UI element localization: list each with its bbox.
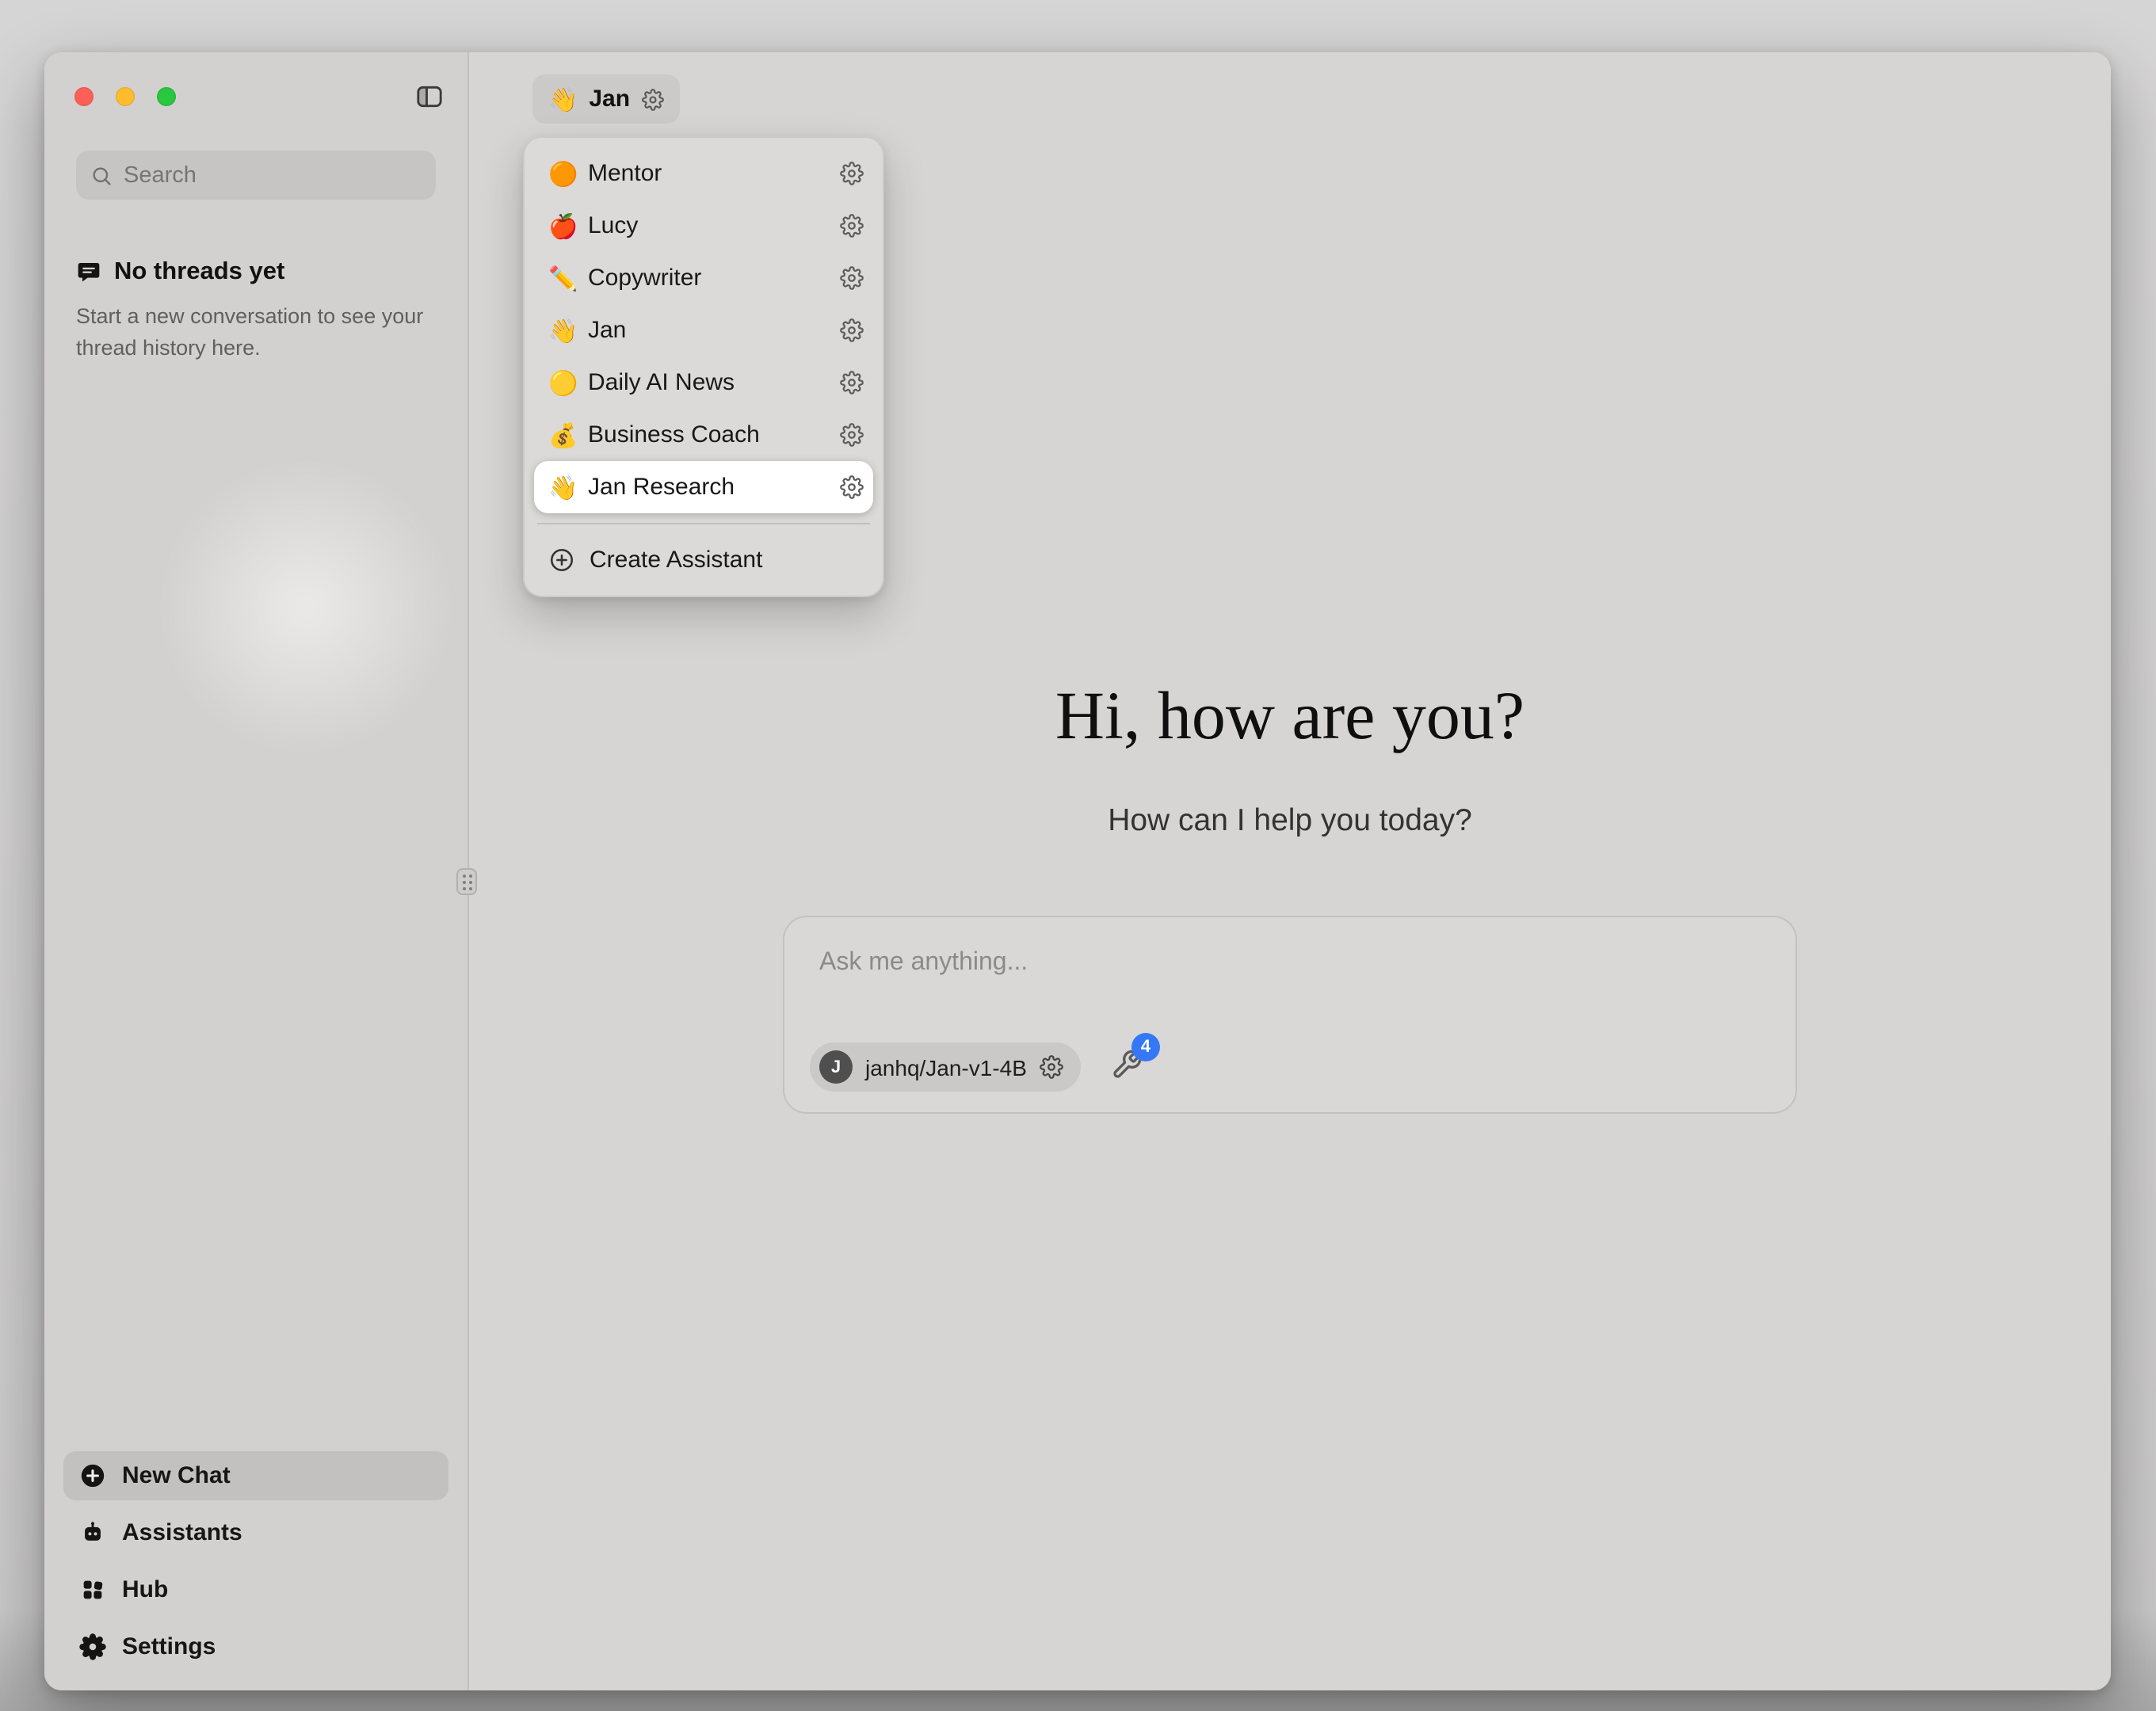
assistant-item-emoji: 💰 — [548, 421, 588, 449]
assistant-item-emoji: 🟡 — [548, 368, 588, 397]
drag-dots-icon — [463, 875, 466, 878]
assistant-item-gear-icon[interactable] — [840, 214, 864, 238]
model-avatar: J — [819, 1050, 853, 1084]
composer-placeholder: Ask me anything... — [819, 949, 1028, 977]
assistant-emoji: 👋 — [548, 85, 578, 113]
assistant-item-gear-icon[interactable] — [840, 475, 864, 499]
model-name: janhq/Jan-v1-4B — [865, 1054, 1027, 1080]
tools-count-badge: 4 — [1131, 1033, 1160, 1061]
sidebar-item-assistants[interactable]: Assistants — [63, 1508, 448, 1557]
hub-label: Hub — [122, 1576, 168, 1603]
sidebar-glow-decoration — [155, 456, 456, 757]
close-window-button[interactable] — [74, 87, 93, 106]
create-assistant-label: Create Assistant — [590, 547, 762, 574]
main-area: 👋 Jan 🟠 Mentor 🍎 Lucy ✏️ Copywr — [469, 52, 2111, 1690]
tools-button[interactable]: 4 — [1111, 1049, 1143, 1085]
assistant-selector-button[interactable]: 👋 Jan — [532, 74, 679, 124]
composer[interactable]: Ask me anything... J janhq/Jan-v1-4B 4 — [783, 916, 1797, 1114]
assistant-item-gear-icon[interactable] — [840, 371, 864, 394]
model-settings-icon[interactable] — [1040, 1055, 1063, 1079]
threads-icon — [76, 260, 101, 285]
assistant-item-label: Jan — [588, 317, 626, 344]
assistant-menu-item-lucy[interactable]: 🍎 Lucy — [534, 200, 873, 252]
assistant-menu-item-copywriter[interactable]: ✏️ Copywriter — [534, 252, 873, 304]
sidebar-item-settings[interactable]: Settings — [63, 1622, 448, 1671]
assistant-item-emoji: 👋 — [548, 473, 588, 501]
search-input[interactable]: Search — [76, 151, 436, 200]
search-icon — [90, 164, 113, 186]
assistant-menu-item-business-coach[interactable]: 💰 Business Coach — [534, 409, 873, 461]
empty-threads-title: No threads yet — [114, 258, 284, 287]
assistant-item-gear-icon[interactable] — [840, 266, 864, 290]
settings-label: Settings — [122, 1633, 216, 1660]
assistant-item-label: Copywriter — [588, 265, 701, 292]
assistant-menu-item-jan-research[interactable]: 👋 Jan Research — [534, 461, 873, 513]
hub-icon — [79, 1576, 106, 1603]
sidebar-resize-handle[interactable] — [456, 868, 477, 895]
settings-icon — [79, 1633, 106, 1660]
greeting: Hi, how are you? How can I help you toda… — [469, 678, 2111, 840]
new-chat-label: New Chat — [122, 1462, 231, 1489]
assistant-item-gear-icon[interactable] — [840, 423, 864, 447]
sidebar: Search No threads yet Start a new conver… — [44, 52, 469, 1690]
assistant-item-emoji: 🟠 — [548, 159, 588, 188]
greeting-title: Hi, how are you? — [469, 678, 2111, 756]
new-chat-plus-icon — [79, 1462, 106, 1489]
sidebar-item-hub[interactable]: Hub — [63, 1565, 448, 1614]
assistant-item-label: Daily AI News — [588, 369, 735, 396]
sidebar-bottom-nav: New Chat Assistants Hub Settings — [63, 1451, 448, 1671]
create-assistant-plus-icon — [548, 547, 575, 574]
assistants-label: Assistants — [122, 1519, 242, 1546]
assistant-settings-icon — [641, 88, 663, 110]
empty-threads-subtitle: Start a new conversation to see your thr… — [76, 301, 431, 365]
assistant-item-emoji: 👋 — [548, 316, 588, 345]
assistant-name: Jan — [589, 86, 630, 112]
assistant-item-label: Mentor — [588, 160, 662, 187]
assistant-item-emoji: 🍎 — [548, 211, 588, 240]
assistant-item-label: Jan Research — [588, 474, 735, 501]
minimize-window-button[interactable] — [116, 87, 135, 106]
menu-divider — [537, 523, 870, 524]
sidebar-toggle-icon — [412, 81, 447, 112]
assistant-item-label: Business Coach — [588, 421, 760, 448]
window-controls — [74, 87, 176, 106]
composer-controls: J janhq/Jan-v1-4B 4 — [810, 1042, 1143, 1092]
empty-threads-state: No threads yet Start a new conversation … — [76, 258, 431, 365]
zoom-window-button[interactable] — [157, 87, 176, 106]
greeting-subtitle: How can I help you today? — [469, 803, 2111, 840]
assistant-menu-item-mentor[interactable]: 🟠 Mentor — [534, 147, 873, 200]
assistant-item-gear-icon[interactable] — [840, 318, 864, 342]
assistants-icon — [79, 1519, 106, 1546]
assistant-item-gear-icon[interactable] — [840, 162, 864, 185]
app-window: Search No threads yet Start a new conver… — [44, 52, 2111, 1690]
assistant-menu: 🟠 Mentor 🍎 Lucy ✏️ Copywriter 👋 Jan — [523, 136, 884, 597]
assistant-item-emoji: ✏️ — [548, 264, 588, 292]
desktop-backdrop: Search No threads yet Start a new conver… — [0, 0, 2156, 1711]
create-assistant-button[interactable]: Create Assistant — [534, 534, 873, 586]
search-placeholder: Search — [124, 162, 197, 188]
sidebar-item-new-chat[interactable]: New Chat — [63, 1451, 448, 1500]
assistant-item-label: Lucy — [588, 212, 638, 239]
assistant-menu-item-daily-ai-news[interactable]: 🟡 Daily AI News — [534, 356, 873, 409]
sidebar-toggle-button[interactable] — [412, 81, 447, 112]
model-selector-button[interactable]: J janhq/Jan-v1-4B — [810, 1042, 1081, 1092]
assistant-menu-item-jan[interactable]: 👋 Jan — [534, 304, 873, 356]
